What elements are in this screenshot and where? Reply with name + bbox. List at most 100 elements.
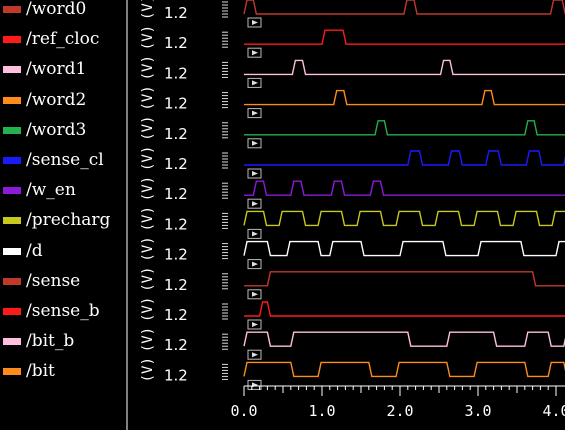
signal-name: /bit [26, 361, 55, 382]
trace-expand-button[interactable] [247, 17, 262, 28]
signal-name: /word3 [26, 119, 87, 140]
signal-list: /word0/ref_cloc/word1/word2/word3/sense_… [0, 0, 126, 430]
signal-trace [243, 331, 565, 347]
signal-trace [244, 301, 565, 317]
trace-unit-label: (V) [140, 327, 156, 352]
signal-trace [244, 59, 565, 76]
signal-name: /w_en [26, 180, 76, 201]
trace-scale-value: 1.2 [164, 246, 188, 264]
trace-expand-button[interactable] [247, 289, 262, 300]
signal-name: /ref_cloc [26, 29, 100, 50]
trace-scale-ladder [222, 122, 228, 139]
signal-color-swatch [3, 6, 21, 13]
signal-name: /word2 [26, 89, 87, 110]
trace-scale-value: 1.2 [164, 125, 188, 143]
signal-color-swatch [3, 157, 21, 164]
signal-trace [244, 89, 565, 106]
signal-trace [244, 120, 565, 136]
trace-expand-button[interactable] [247, 198, 262, 209]
trace-expand-button[interactable] [247, 77, 262, 88]
trace-expand-button[interactable] [247, 168, 262, 179]
signal-row[interactable]: /sense [0, 268, 126, 298]
signal-name: /sense [26, 270, 81, 291]
trace-expand-button[interactable] [247, 138, 262, 149]
trace-unit-label: (V) [140, 357, 156, 382]
trace-scale-value: 1.2 [164, 95, 188, 113]
signal-name: /bit_b [26, 331, 75, 352]
signal-trace [244, 29, 565, 45]
signal-trace [244, 150, 565, 166]
trace-scale-value: 1.2 [164, 336, 188, 354]
trace-scale-ladder [222, 212, 228, 229]
trace-unit-label: (V) [140, 176, 156, 201]
signal-row[interactable]: /bit [0, 358, 126, 388]
time-tick-label: 3.0 [464, 402, 491, 420]
trace-scale-ladder [222, 303, 228, 320]
time-tick-label: 2.0 [386, 402, 413, 420]
signal-color-swatch [3, 96, 21, 104]
signal-row[interactable]: /word0 [0, 0, 126, 26]
trace-unit-label: (V) [140, 267, 156, 292]
trace-scale-ladder [222, 182, 228, 199]
time-tick-label: 4.0 [542, 402, 565, 420]
signal-trace [243, 240, 565, 257]
signal-name: /sense_b [26, 301, 100, 321]
signal-name: /word1 [26, 59, 87, 80]
trace-scale-ladder [222, 243, 228, 260]
trace-expand-button[interactable] [247, 379, 262, 390]
trace-unit-label: (V) [140, 236, 156, 261]
time-tick-label: 1.0 [308, 402, 335, 420]
trace-scale-ladder [222, 92, 228, 109]
signal-trace [243, 361, 565, 378]
signal-name: /word0 [26, 0, 87, 19]
trace-unit-label: (V) [140, 25, 156, 50]
signal-color-swatch [3, 126, 21, 134]
signal-color-swatch [3, 368, 21, 376]
signal-color-swatch [3, 277, 21, 285]
trace-unit-label: (V) [140, 0, 156, 20]
trace-unit-label: (V) [140, 55, 156, 80]
trace-scale-value: 1.2 [164, 155, 188, 173]
trace-unit-label: (V) [140, 116, 156, 141]
trace-expand-button[interactable] [247, 228, 262, 239]
signal-row[interactable]: /w_en [0, 177, 126, 207]
trace-expand-button[interactable] [247, 47, 262, 58]
trace-expand-button[interactable] [247, 319, 262, 330]
signal-name: /d [26, 240, 43, 261]
signal-row[interactable]: /bit_b [0, 328, 126, 358]
signal-trace [244, 180, 565, 196]
trace-scale-ladder [222, 333, 228, 350]
trace-expand-button[interactable] [247, 259, 262, 270]
signal-trace [244, 271, 565, 287]
trace-expand-button[interactable] [247, 349, 262, 360]
trace-expand-button[interactable] [247, 108, 262, 119]
signal-name: /precharg [26, 210, 111, 231]
trace-scale-ladder [222, 363, 228, 380]
waveform-canvas[interactable]: (V) 1.2 (V) 1.2 (V) 1.2 (V) 1.2 (V) 1.2 (V) 1.2 (V) 1… [128, 0, 565, 430]
trace-scale-value: 1.2 [164, 34, 188, 52]
trace-scale-value: 1.2 [164, 306, 188, 324]
signal-color-swatch [3, 187, 21, 195]
signal-row[interactable]: /d [0, 238, 126, 268]
signal-row[interactable]: /sense_cl [0, 147, 126, 177]
signal-trace [243, 210, 565, 227]
trace-scale-ladder [222, 1, 228, 18]
signal-name: /sense_cl [26, 150, 104, 170]
trace-unit-label: (V) [140, 206, 156, 231]
signal-row[interactable]: /word2 [0, 87, 126, 117]
signal-row[interactable]: /word3 [0, 117, 126, 147]
signal-row[interactable]: /sense_b [0, 298, 126, 328]
trace-scale-value: 1.2 [164, 185, 188, 203]
signal-row[interactable]: /ref_cloc [0, 26, 126, 56]
trace-unit-label: (V) [140, 146, 156, 171]
trace-scale-ladder [222, 61, 228, 78]
trace-scale-value: 1.2 [164, 4, 188, 22]
trace-scale-ladder [222, 152, 228, 169]
signal-row[interactable]: /precharg [0, 207, 126, 237]
signal-color-swatch [3, 338, 21, 346]
signal-row[interactable]: /word1 [0, 56, 126, 86]
signal-color-swatch [3, 66, 21, 74]
waveform-pane: (V) 1.2 (V) 1.2 (V) 1.2 (V) 1.2 (V) 1.2 (V) 1.2 (V) 1… [128, 0, 565, 430]
signal-trace [243, 0, 565, 15]
trace-scale-value: 1.2 [164, 276, 188, 294]
